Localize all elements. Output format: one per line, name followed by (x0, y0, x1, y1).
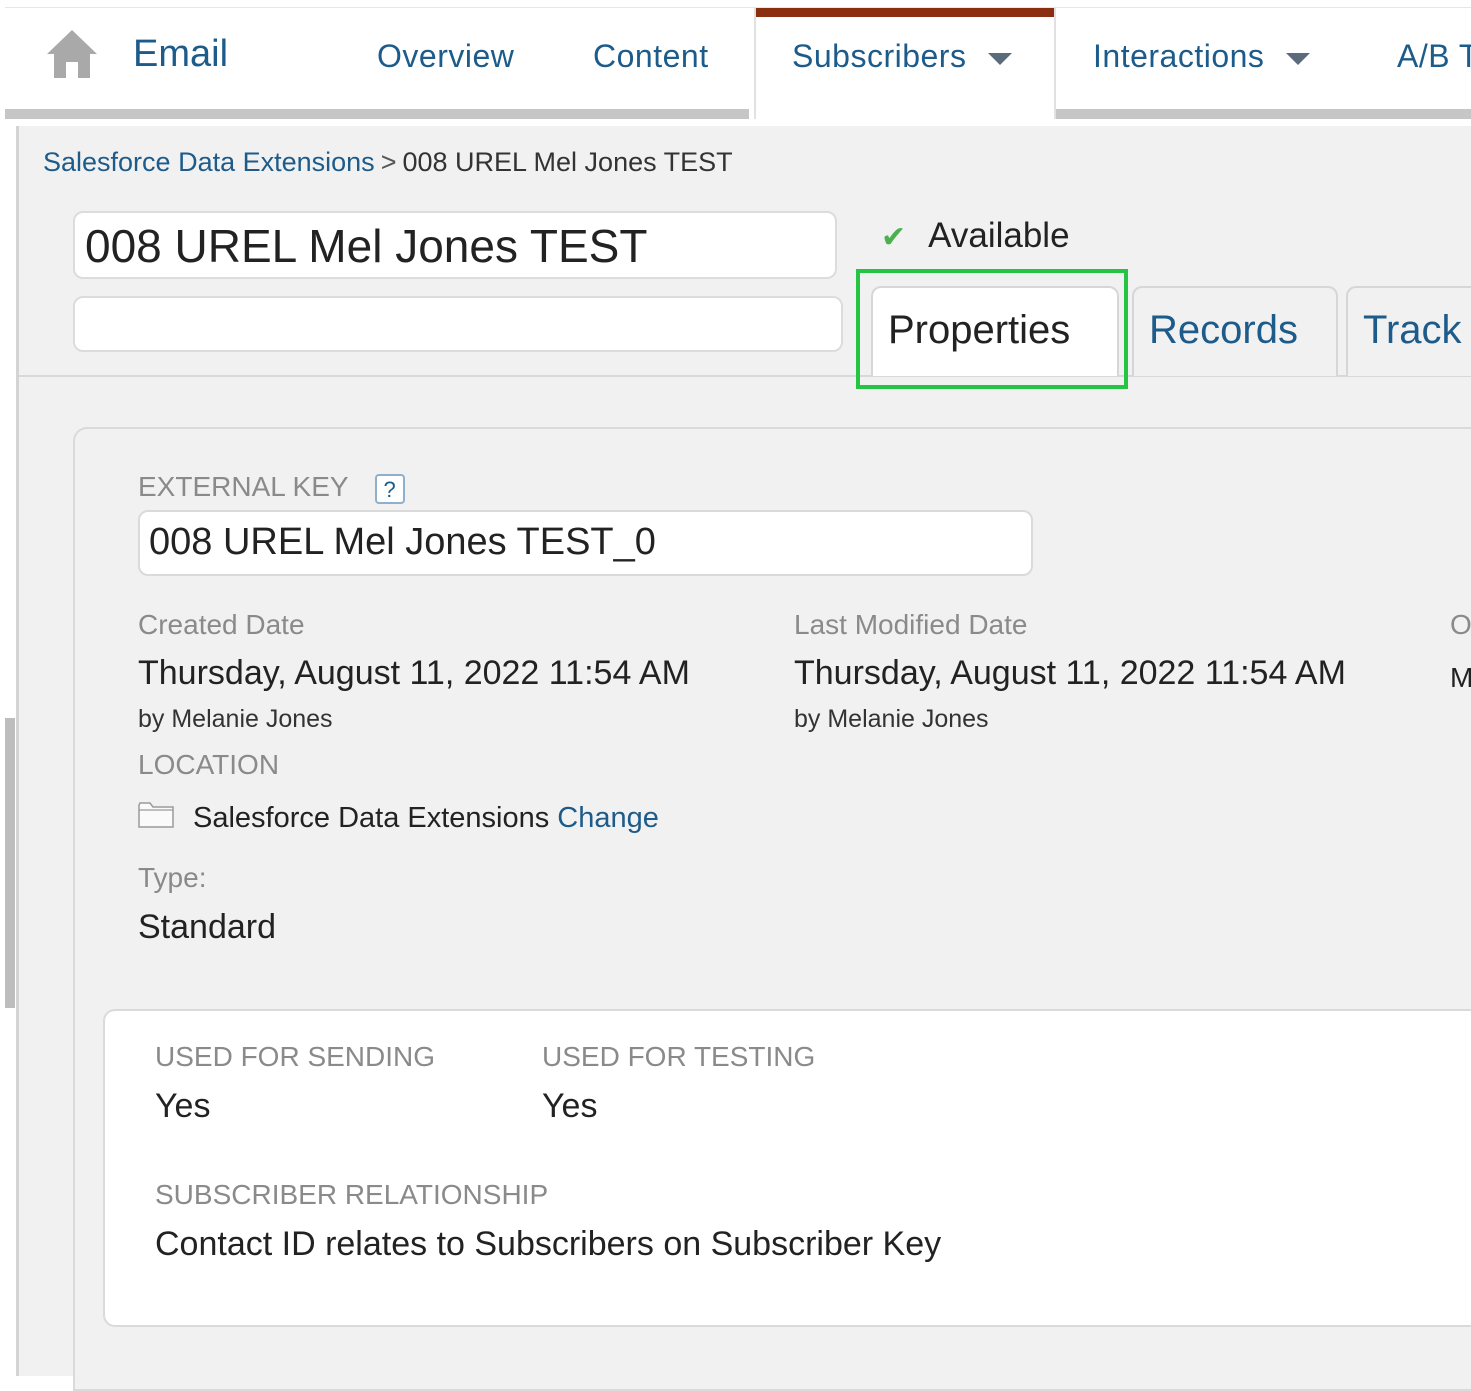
highlight-box (856, 269, 1128, 389)
folder-icon (138, 802, 174, 828)
active-accent-bar (756, 8, 1054, 17)
status-text: Available (928, 216, 1070, 255)
used-for-testing-label: USED FOR TESTING (542, 1041, 816, 1072)
chevron-down-icon[interactable] (988, 52, 1013, 65)
content-area: Salesforce Data Extensions >008 UREL Mel … (16, 126, 1471, 1391)
type-value: Standard (138, 908, 276, 946)
tab-records-label: Records (1149, 308, 1298, 352)
check-icon: ✔ (881, 221, 907, 254)
chevron-down-icon[interactable] (1286, 52, 1311, 65)
type-label: Type: (138, 862, 207, 893)
tab-tracking[interactable]: Track (1346, 286, 1471, 376)
change-location-link[interactable]: Change (557, 802, 659, 834)
breadcrumb-separator: > (380, 147, 397, 177)
external-key-label-text: EXTERNAL KEY (138, 471, 349, 502)
created-by: by Melanie Jones (138, 705, 333, 733)
used-for-sending-value: Yes (155, 1087, 211, 1125)
location-label: LOCATION (138, 749, 280, 780)
location-value: Salesforce Data Extensions Change (193, 802, 659, 835)
sidebar-collapse-handle[interactable] (5, 718, 15, 1008)
created-date-value: Thursday, August 11, 2022 11:54 AM (138, 654, 690, 692)
left-border (16, 126, 19, 1376)
nav-item-interactions-label: Interactions (1093, 38, 1265, 74)
location-folder-name: Salesforce Data Extensions (193, 802, 550, 834)
modified-date-value: Thursday, August 11, 2022 11:54 AM (794, 654, 1346, 692)
nav-item-content[interactable]: Content (593, 38, 709, 75)
data-extension-header: Salesforce Data Extensions >008 UREL Mel … (16, 126, 1471, 389)
properties-panel: EXTERNAL KEY? 008 UREL Mel Jones TEST_0 … (73, 427, 1471, 1391)
created-date-label: Created Date (138, 609, 305, 640)
external-key-input[interactable]: 008 UREL Mel Jones TEST_0 (138, 510, 1033, 576)
nav-item-subscribers-label: Subscribers (792, 38, 967, 74)
nav-divider (5, 109, 749, 119)
nav-item-ab-testing[interactable]: A/B T (1397, 38, 1471, 75)
tab-records[interactable]: Records (1132, 286, 1338, 376)
breadcrumb-parent-link[interactable]: Salesforce Data Extensions (43, 147, 375, 177)
description-input[interactable] (73, 296, 843, 352)
used-for-testing-value: Yes (542, 1087, 598, 1125)
breadcrumb: Salesforce Data Extensions >008 UREL Mel … (43, 147, 733, 178)
owner-label-partial: O (1450, 609, 1471, 640)
nav-item-subscribers[interactable]: Subscribers (792, 38, 1013, 75)
usage-card: USED FOR SENDING Yes USED FOR TESTING Ye… (103, 1009, 1471, 1327)
status-indicator: ✔ Available (881, 216, 1070, 256)
external-key-label: EXTERNAL KEY? (138, 471, 405, 504)
nav-item-overview[interactable]: Overview (377, 38, 514, 75)
help-icon[interactable]: ? (374, 473, 405, 504)
app-title[interactable]: Email (133, 33, 228, 76)
subscriber-relationship-value: Contact ID relates to Subscribers on Sub… (155, 1225, 942, 1263)
modified-date-label: Last Modified Date (794, 609, 1028, 640)
nav-item-interactions[interactable]: Interactions (1093, 38, 1311, 75)
breadcrumb-current: 008 UREL Mel Jones TEST (402, 147, 733, 177)
nav-divider (1056, 109, 1471, 119)
top-navigation: Email Overview Content Subscribers Inter… (5, 7, 1471, 119)
name-input[interactable]: 008 UREL Mel Jones TEST (73, 211, 837, 279)
used-for-sending-label: USED FOR SENDING (155, 1041, 436, 1072)
tab-tracking-label: Track (1363, 308, 1462, 352)
modified-by: by Melanie Jones (794, 705, 989, 733)
subscriber-relationship-label: SUBSCRIBER RELATIONSHIP (155, 1179, 549, 1210)
home-icon[interactable] (45, 28, 99, 80)
owner-value-partial: M (1450, 662, 1471, 693)
